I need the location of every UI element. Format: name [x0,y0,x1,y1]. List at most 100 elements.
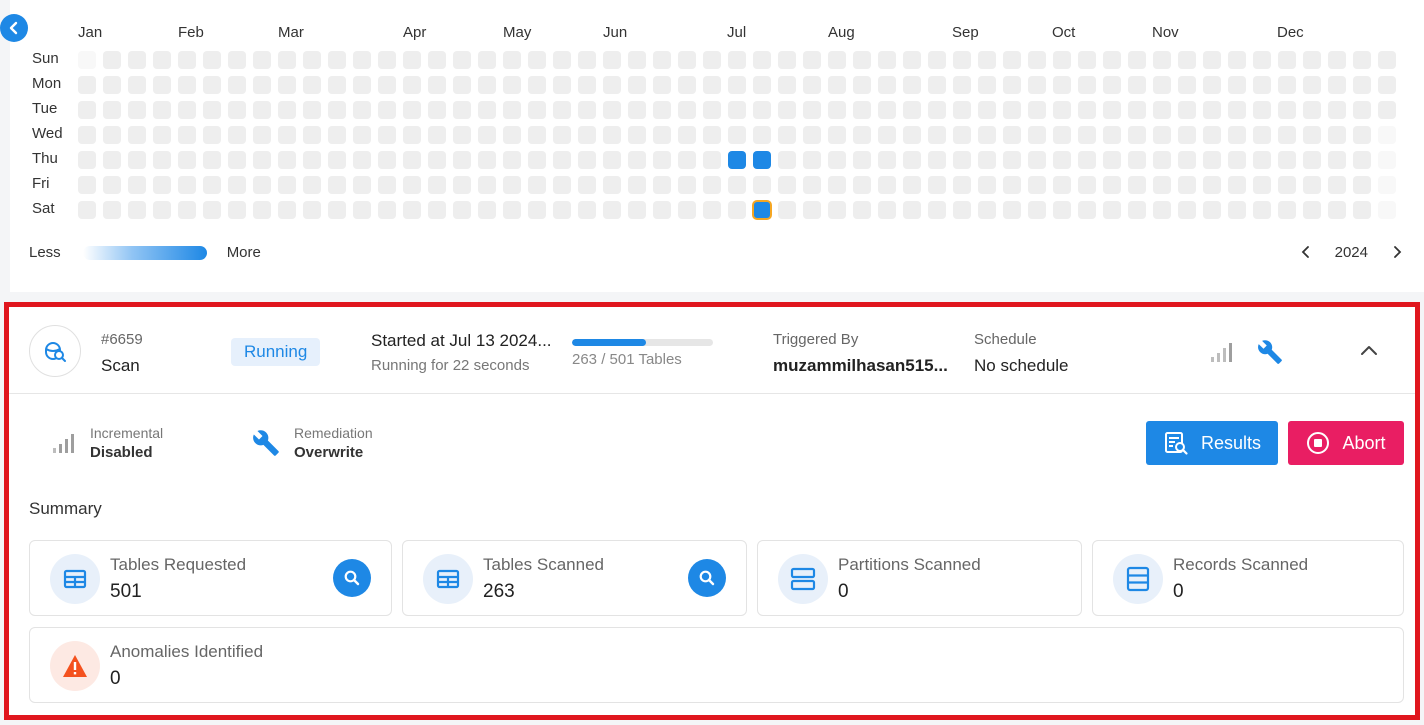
heatmap-day-cell[interactable] [1253,126,1271,144]
heatmap-day-cell[interactable] [1178,126,1196,144]
heatmap-day-cell[interactable] [803,76,821,94]
heatmap-day-cell[interactable] [78,126,96,144]
heatmap-day-cell[interactable] [1253,176,1271,194]
heatmap-day-cell[interactable] [1278,201,1296,219]
heatmap-day-cell[interactable] [903,101,921,119]
heatmap-day-cell[interactable] [753,176,771,194]
heatmap-day-cell[interactable] [878,51,896,69]
heatmap-day-cell[interactable] [178,176,196,194]
heatmap-day-cell[interactable] [1253,101,1271,119]
heatmap-day-cell[interactable] [528,76,546,94]
heatmap-day-cell[interactable] [603,176,621,194]
heatmap-day-cell[interactable] [503,151,521,169]
heatmap-day-cell[interactable] [278,101,296,119]
prev-year-button[interactable] [1299,242,1313,262]
heatmap-day-cell[interactable] [528,101,546,119]
heatmap-day-cell[interactable] [378,176,396,194]
heatmap-day-cell[interactable] [878,101,896,119]
heatmap-day-cell[interactable] [1303,76,1321,94]
heatmap-day-cell[interactable] [878,126,896,144]
heatmap-day-cell[interactable] [1103,51,1121,69]
heatmap-day-cell[interactable] [778,201,796,219]
heatmap-day-cell[interactable] [628,101,646,119]
heatmap-day-cell[interactable] [253,126,271,144]
heatmap-day-cell[interactable] [403,126,421,144]
heatmap-day-cell[interactable] [1103,76,1121,94]
heatmap-day-cell[interactable] [728,126,746,144]
heatmap-day-cell[interactable] [1253,201,1271,219]
heatmap-day-cell[interactable] [1228,76,1246,94]
heatmap-day-cell[interactable] [478,101,496,119]
heatmap-day-cell[interactable] [803,126,821,144]
heatmap-day-cell[interactable] [478,51,496,69]
heatmap-day-cell[interactable] [453,101,471,119]
heatmap-day-cell[interactable] [1028,101,1046,119]
heatmap-day-cell[interactable] [103,101,121,119]
heatmap-day-cell[interactable] [528,51,546,69]
heatmap-day-cell[interactable] [728,176,746,194]
heatmap-day-cell[interactable] [1328,76,1346,94]
heatmap-day-cell[interactable] [353,151,371,169]
heatmap-day-cell[interactable] [1378,51,1396,69]
heatmap-day-cell[interactable] [1353,201,1371,219]
heatmap-day-cell[interactable] [903,151,921,169]
heatmap-day-cell[interactable] [628,126,646,144]
heatmap-day-cell[interactable] [1153,201,1171,219]
heatmap-day-cell[interactable] [528,126,546,144]
heatmap-day-cell[interactable] [1303,101,1321,119]
heatmap-day-cell[interactable] [303,151,321,169]
heatmap-day-cell[interactable] [828,126,846,144]
heatmap-day-cell[interactable] [553,101,571,119]
heatmap-day-cell[interactable] [1128,101,1146,119]
heatmap-day-cell[interactable] [978,51,996,69]
heatmap-day-cell[interactable] [403,76,421,94]
heatmap-day-cell[interactable] [1253,51,1271,69]
heatmap-day-cell[interactable] [203,101,221,119]
heatmap-day-cell[interactable] [553,51,571,69]
heatmap-day-cell[interactable] [403,201,421,219]
heatmap-day-cell[interactable] [303,126,321,144]
heatmap-day-cell[interactable] [1053,101,1071,119]
heatmap-day-cell[interactable] [578,126,596,144]
heatmap-day-cell[interactable] [203,51,221,69]
heatmap-day-cell[interactable] [178,201,196,219]
heatmap-day-cell[interactable] [228,151,246,169]
heatmap-day-cell[interactable] [1328,151,1346,169]
heatmap-day-cell[interactable] [678,101,696,119]
heatmap-day-cell[interactable] [1278,151,1296,169]
heatmap-day-cell[interactable] [1178,151,1196,169]
heatmap-day-cell[interactable] [853,151,871,169]
heatmap-day-cell[interactable] [953,176,971,194]
heatmap-day-cell[interactable] [353,51,371,69]
heatmap-day-cell[interactable] [353,201,371,219]
heatmap-day-cell[interactable] [728,76,746,94]
heatmap-day-cell[interactable] [1028,151,1046,169]
heatmap-day-cell[interactable] [303,201,321,219]
view-tables-scanned-button[interactable] [688,559,726,597]
heatmap-day-cell[interactable] [353,176,371,194]
heatmap-day-cell[interactable] [1278,51,1296,69]
heatmap-day-cell[interactable] [278,151,296,169]
heatmap-day-cell[interactable] [1328,51,1346,69]
heatmap-day-cell[interactable] [853,201,871,219]
heatmap-day-cell[interactable] [553,76,571,94]
heatmap-day-cell[interactable] [178,101,196,119]
heatmap-day-cell[interactable] [528,151,546,169]
heatmap-day-cell[interactable] [628,76,646,94]
heatmap-day-cell[interactable] [278,51,296,69]
heatmap-day-cell[interactable] [778,76,796,94]
heatmap-day-cell[interactable] [1078,51,1096,69]
heatmap-day-cell[interactable] [128,101,146,119]
heatmap-day-cell[interactable] [103,51,121,69]
heatmap-day-cell[interactable] [1278,76,1296,94]
heatmap-day-cell[interactable] [203,176,221,194]
heatmap-day-cell[interactable] [578,201,596,219]
heatmap-day-cell[interactable] [553,176,571,194]
heatmap-day-cell[interactable] [1303,151,1321,169]
heatmap-day-cell[interactable] [653,176,671,194]
heatmap-day-cell[interactable] [1378,76,1396,94]
heatmap-day-cell[interactable] [78,76,96,94]
heatmap-day-cell[interactable] [1178,201,1196,219]
heatmap-day-cell[interactable] [778,176,796,194]
heatmap-day-cell[interactable] [303,51,321,69]
